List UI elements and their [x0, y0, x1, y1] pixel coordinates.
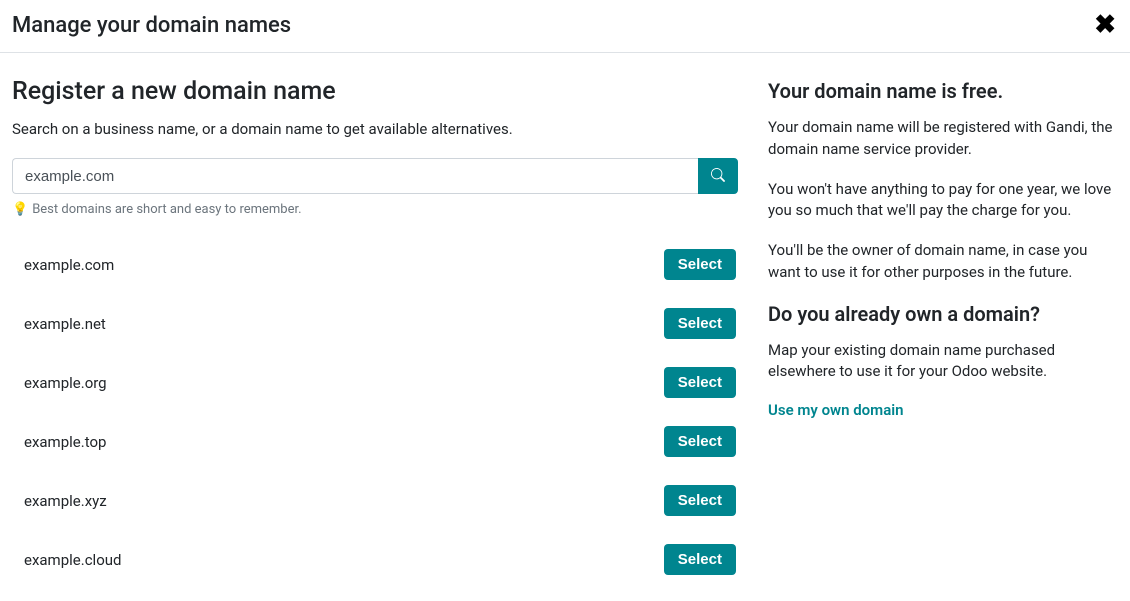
use-own-domain-link[interactable]: Use my own domain: [768, 401, 1118, 419]
select-button[interactable]: Select: [664, 367, 736, 398]
domain-name-label: example.com: [24, 256, 114, 274]
domain-name-label: example.org: [24, 374, 107, 392]
info-heading-own: Do you already own a domain?: [768, 302, 1118, 326]
domain-name-label: example.cloud: [24, 551, 121, 569]
close-icon[interactable]: ✖: [1094, 12, 1116, 38]
domain-name-label: example.xyz: [24, 492, 107, 510]
info-paragraph: You'll be the owner of domain name, in c…: [768, 240, 1118, 284]
search-icon: [711, 168, 725, 185]
select-button[interactable]: Select: [664, 426, 736, 457]
domain-search-input[interactable]: [12, 158, 698, 194]
select-button[interactable]: Select: [664, 249, 736, 280]
table-row: example.cloud Select: [12, 530, 738, 589]
select-button[interactable]: Select: [664, 485, 736, 516]
select-button[interactable]: Select: [664, 308, 736, 339]
modal-body: Register a new domain name Search on a b…: [0, 53, 1130, 601]
info-paragraph: You won't have anything to pay for one y…: [768, 179, 1118, 223]
table-row: example.net Select: [12, 294, 738, 353]
modal-title: Manage your domain names: [12, 13, 291, 38]
section-title: Register a new domain name: [12, 77, 738, 106]
select-button[interactable]: Select: [664, 544, 736, 575]
info-paragraph: Your domain name will be registered with…: [768, 117, 1118, 161]
table-row: example.top Select: [12, 412, 738, 471]
hint-row: 💡 Best domains are short and easy to rem…: [12, 202, 738, 217]
search-button[interactable]: [698, 158, 738, 194]
table-row: example.org Select: [12, 353, 738, 412]
domain-results-table: example.comSelectexample.netSelectexampl…: [12, 235, 738, 589]
domain-name-label: example.top: [24, 433, 106, 451]
info-heading-free: Your domain name is free.: [768, 79, 1118, 103]
right-column: Your domain name is free. Your domain na…: [768, 77, 1118, 589]
left-column: Register a new domain name Search on a b…: [12, 77, 738, 589]
section-subtext: Search on a business name, or a domain n…: [12, 120, 738, 138]
modal-header: Manage your domain names ✖: [0, 0, 1130, 53]
domain-name-label: example.net: [24, 315, 106, 333]
table-row: example.xyz Select: [12, 471, 738, 530]
hint-text: Best domains are short and easy to remem…: [32, 202, 301, 217]
lightbulb-icon: 💡: [12, 203, 28, 216]
table-row: example.com Select: [12, 235, 738, 294]
info-paragraph: Map your existing domain name purchased …: [768, 340, 1118, 384]
search-row: [12, 158, 738, 194]
